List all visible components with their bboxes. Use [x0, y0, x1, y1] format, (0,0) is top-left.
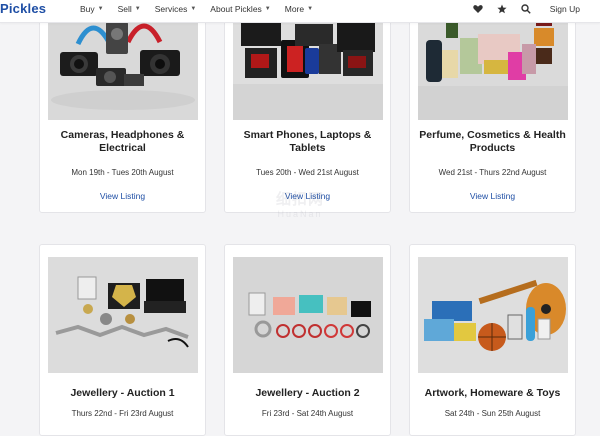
auction-title: Jewellery - Auction 1: [70, 387, 175, 399]
auction-dates: Tues 20th - Wed 21st August: [256, 168, 359, 177]
auction-title: Cameras, Headphones & Electrical: [60, 129, 185, 154]
auction-card-perfume: Perfume, Cosmetics & Health Products Wed…: [409, 4, 576, 213]
auction-card-phones: Smart Phones, Laptops & Tablets Tues 20t…: [224, 4, 391, 213]
main-nav: Buy ▼ Sell ▼ Services ▼ About Pickles ▼ …: [80, 0, 327, 18]
sign-up-link[interactable]: Sign Up: [550, 4, 580, 14]
auction-title: Perfume, Cosmetics & Health Products: [419, 129, 566, 154]
header-actions: Sign Up: [466, 0, 600, 18]
top-navigation-bar: Pickles Buy ▼ Sell ▼ Services ▼ About Pi…: [0, 0, 600, 23]
search-icon[interactable]: [514, 0, 538, 18]
watermark-sub: HuaNan: [277, 209, 323, 219]
view-listing-link[interactable]: View Listing: [44, 191, 201, 201]
pickles-logo[interactable]: Pickles: [0, 0, 46, 22]
nav-more[interactable]: More ▼: [285, 4, 313, 14]
nav-buy[interactable]: Buy ▼: [80, 4, 104, 14]
nav-buy-label: Buy: [80, 4, 95, 14]
auction-dates: Mon 19th - Tues 20th August: [71, 168, 174, 177]
auction-card-jewellery-2: Jewellery - Auction 2 Fri 23rd - Sat 24t…: [224, 244, 391, 436]
nav-about-label: About Pickles: [210, 4, 262, 14]
nav-services-label: Services: [154, 4, 188, 14]
nav-sell[interactable]: Sell ▼: [118, 4, 141, 14]
chevron-down-icon: ▼: [97, 6, 104, 12]
auction-card-cameras: Cameras, Headphones & Electrical Mon 19t…: [39, 4, 206, 213]
auction-image-artwork[interactable]: [418, 257, 568, 373]
auction-card-artwork: Artwork, Homeware & Toys Sat 24th - Sun …: [409, 244, 576, 436]
chevron-down-icon: ▼: [190, 6, 197, 12]
nav-about[interactable]: About Pickles ▼: [210, 4, 270, 14]
auction-dates: Fri 23rd - Sat 24th August: [261, 409, 354, 418]
nav-sell-label: Sell: [117, 4, 132, 14]
auction-dates: Sat 24th - Sun 25th August: [444, 409, 541, 418]
auction-title: Smart Phones, Laptops & Tablets: [243, 129, 372, 154]
auction-image-jewellery-2[interactable]: [233, 257, 383, 373]
watermark-text: 细扣网: [275, 191, 324, 208]
auction-image-jewellery-1[interactable]: [48, 257, 198, 373]
nav-services[interactable]: Services ▼: [155, 4, 197, 14]
auction-card-jewellery-1: Jewellery - Auction 1 Thurs 22nd - Fri 2…: [39, 244, 206, 436]
chevron-down-icon: ▼: [264, 6, 271, 12]
watermark: 细扣网 HuaNan: [225, 188, 375, 219]
auction-dates: Thurs 22nd - Fri 23rd August: [71, 409, 174, 418]
chevron-down-icon: ▼: [134, 6, 141, 12]
star-icon[interactable]: [490, 0, 514, 18]
nav-more-label: More: [284, 4, 305, 14]
auction-dates: Wed 21st - Thurs 22nd August: [438, 168, 547, 177]
auction-title: Artwork, Homeware & Toys: [424, 387, 561, 399]
heart-icon[interactable]: [466, 0, 490, 18]
auction-title: Jewellery - Auction 2: [255, 387, 360, 399]
chevron-down-icon: ▼: [307, 6, 314, 12]
view-listing-link[interactable]: View Listing: [414, 191, 571, 201]
